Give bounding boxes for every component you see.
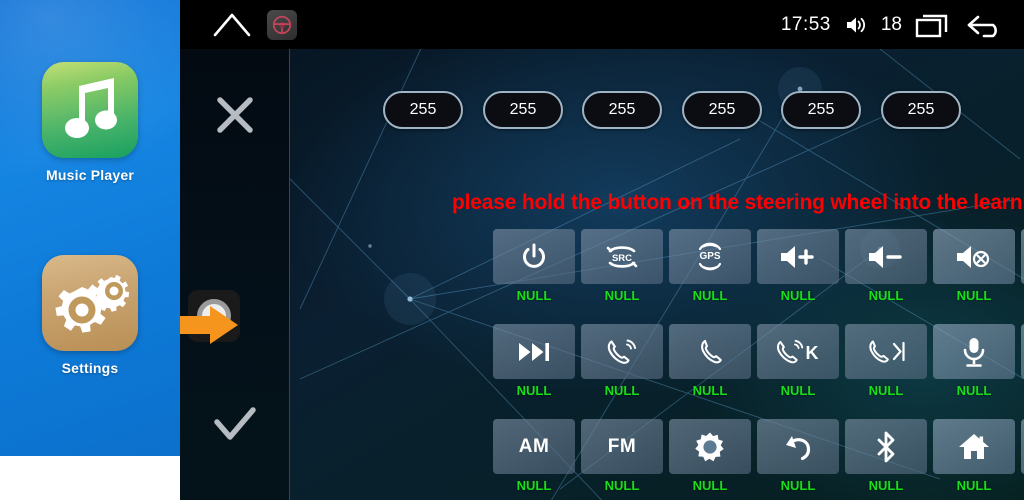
value-pill[interactable]: 255	[483, 91, 563, 129]
function-cell-src[interactable]: SRC NULL	[581, 229, 663, 303]
home-outline-icon[interactable]	[212, 10, 252, 38]
screen-root: Music Player Settings 17:53 18 255 255 2…	[0, 0, 1024, 500]
microphone-icon[interactable]	[933, 324, 1015, 379]
assignment-label: NULL	[956, 288, 992, 303]
check-icon[interactable]	[212, 404, 258, 446]
app-label: Music Player	[46, 167, 134, 183]
launcher-panel: Music Player Settings	[0, 0, 180, 500]
function-cell-hangup-skip[interactable]: NULL	[845, 324, 927, 398]
warning-message: please hold the button on the steering w…	[452, 191, 1024, 214]
close-x-icon[interactable]	[214, 94, 256, 136]
function-cell-bluetooth[interactable]: NULL	[845, 419, 927, 493]
function-cell-microphone[interactable]: NULL	[933, 324, 1015, 398]
value-pill[interactable]: 255	[582, 91, 662, 129]
orange-arrow-right-icon	[180, 305, 240, 345]
swc-learning-panel: 255 255 255 255 255 255 please hold the …	[180, 49, 1024, 500]
assignment-label: NULL	[516, 383, 552, 398]
src-source-icon[interactable]: SRC	[581, 229, 663, 284]
fm-button[interactable]: FM	[581, 419, 663, 474]
function-cell-fm[interactable]: FM NULL	[581, 419, 663, 493]
bluetooth-icon[interactable]	[845, 419, 927, 474]
side-control-column	[180, 49, 290, 500]
am-button[interactable]: AM	[493, 419, 575, 474]
value-pill[interactable]: 255	[383, 91, 463, 129]
function-cell-brightness[interactable]: NULL	[669, 419, 751, 493]
steering-wheel-icon[interactable]	[267, 10, 297, 40]
assignment-label: NULL	[956, 478, 992, 493]
volume-mute-icon[interactable]	[933, 229, 1015, 284]
am-label: AM	[518, 435, 550, 457]
volume-up-icon[interactable]	[757, 229, 839, 284]
svg-text:K: K	[806, 343, 819, 363]
status-bar-right: 17:53 18	[781, 0, 1006, 49]
home-icon[interactable]	[933, 419, 1015, 474]
assignment-label: NULL	[956, 383, 992, 398]
back-arrow-icon[interactable]	[964, 11, 1006, 39]
power-icon[interactable]	[493, 229, 575, 284]
gps-icon[interactable]: GPS	[669, 229, 751, 284]
clock: 17:53	[780, 13, 831, 35]
app-settings[interactable]: Settings	[0, 255, 180, 376]
phone-answer-icon[interactable]	[581, 324, 663, 379]
assignment-label: NULL	[780, 383, 816, 398]
assignment-label: NULL	[516, 478, 552, 493]
fm-label: FM	[607, 435, 637, 457]
assignment-label: NULL	[692, 383, 728, 398]
phone-hangup-icon[interactable]	[669, 324, 751, 379]
phone-hangup-skip-icon[interactable]	[845, 324, 927, 379]
function-cell-power[interactable]: NULL	[493, 229, 575, 303]
settings-tile[interactable]	[42, 255, 138, 351]
music-note-icon	[65, 78, 117, 138]
function-cell-am[interactable]: AM NULL	[493, 419, 575, 493]
function-cell-volume-down[interactable]: NULL	[845, 229, 927, 303]
speaker-waves-icon[interactable]	[844, 14, 868, 36]
music-player-tile[interactable]	[42, 62, 138, 158]
assignment-label: NULL	[780, 288, 816, 303]
function-cell-mute[interactable]: NULL	[933, 229, 1015, 303]
svg-text:SRC: SRC	[612, 253, 632, 264]
recent-apps-icon[interactable]	[915, 11, 951, 39]
next-track-icon[interactable]	[493, 324, 575, 379]
function-cell-answer-call[interactable]: NULL	[581, 324, 663, 398]
launcher-bottom-strip	[0, 456, 180, 500]
assignment-label: NULL	[868, 383, 904, 398]
value-pill-row: 255 255 255 255 255 255	[289, 91, 1024, 135]
assignment-label: NULL	[604, 478, 640, 493]
gears-icon	[55, 274, 130, 333]
value-pill[interactable]: 255	[781, 91, 861, 129]
svg-text:GPS: GPS	[699, 251, 720, 262]
phone-answer-k-icon[interactable]: K	[757, 324, 839, 379]
volume-down-icon[interactable]	[845, 229, 927, 284]
assignment-label: NULL	[692, 288, 728, 303]
volume-level: 18	[880, 13, 902, 35]
assignment-label: NULL	[780, 478, 816, 493]
brightness-sun-icon[interactable]	[669, 419, 751, 474]
assignment-label: NULL	[604, 288, 640, 303]
function-cell-gps[interactable]: GPS NULL	[669, 229, 751, 303]
assignment-label: NULL	[604, 383, 640, 398]
app-music-player[interactable]: Music Player	[0, 62, 180, 183]
function-cell-next[interactable]: NULL	[493, 324, 575, 398]
function-cell-volume-up[interactable]: NULL	[757, 229, 839, 303]
assignment-label: NULL	[868, 478, 904, 493]
function-cell-home[interactable]: NULL	[933, 419, 1015, 493]
function-cell-back[interactable]: NULL	[757, 419, 839, 493]
function-cell-hangup[interactable]: NULL	[669, 324, 751, 398]
value-pill[interactable]: 255	[881, 91, 961, 129]
value-pill[interactable]: 255	[682, 91, 762, 129]
assignment-label: NULL	[516, 288, 552, 303]
function-cell-answer-call-k[interactable]: K NULL	[757, 324, 839, 398]
app-label: Settings	[61, 360, 119, 376]
status-bar: 17:53 18	[180, 0, 1024, 49]
undo-back-icon[interactable]	[757, 419, 839, 474]
assignment-label: NULL	[868, 288, 904, 303]
assignment-label: NULL	[692, 478, 728, 493]
